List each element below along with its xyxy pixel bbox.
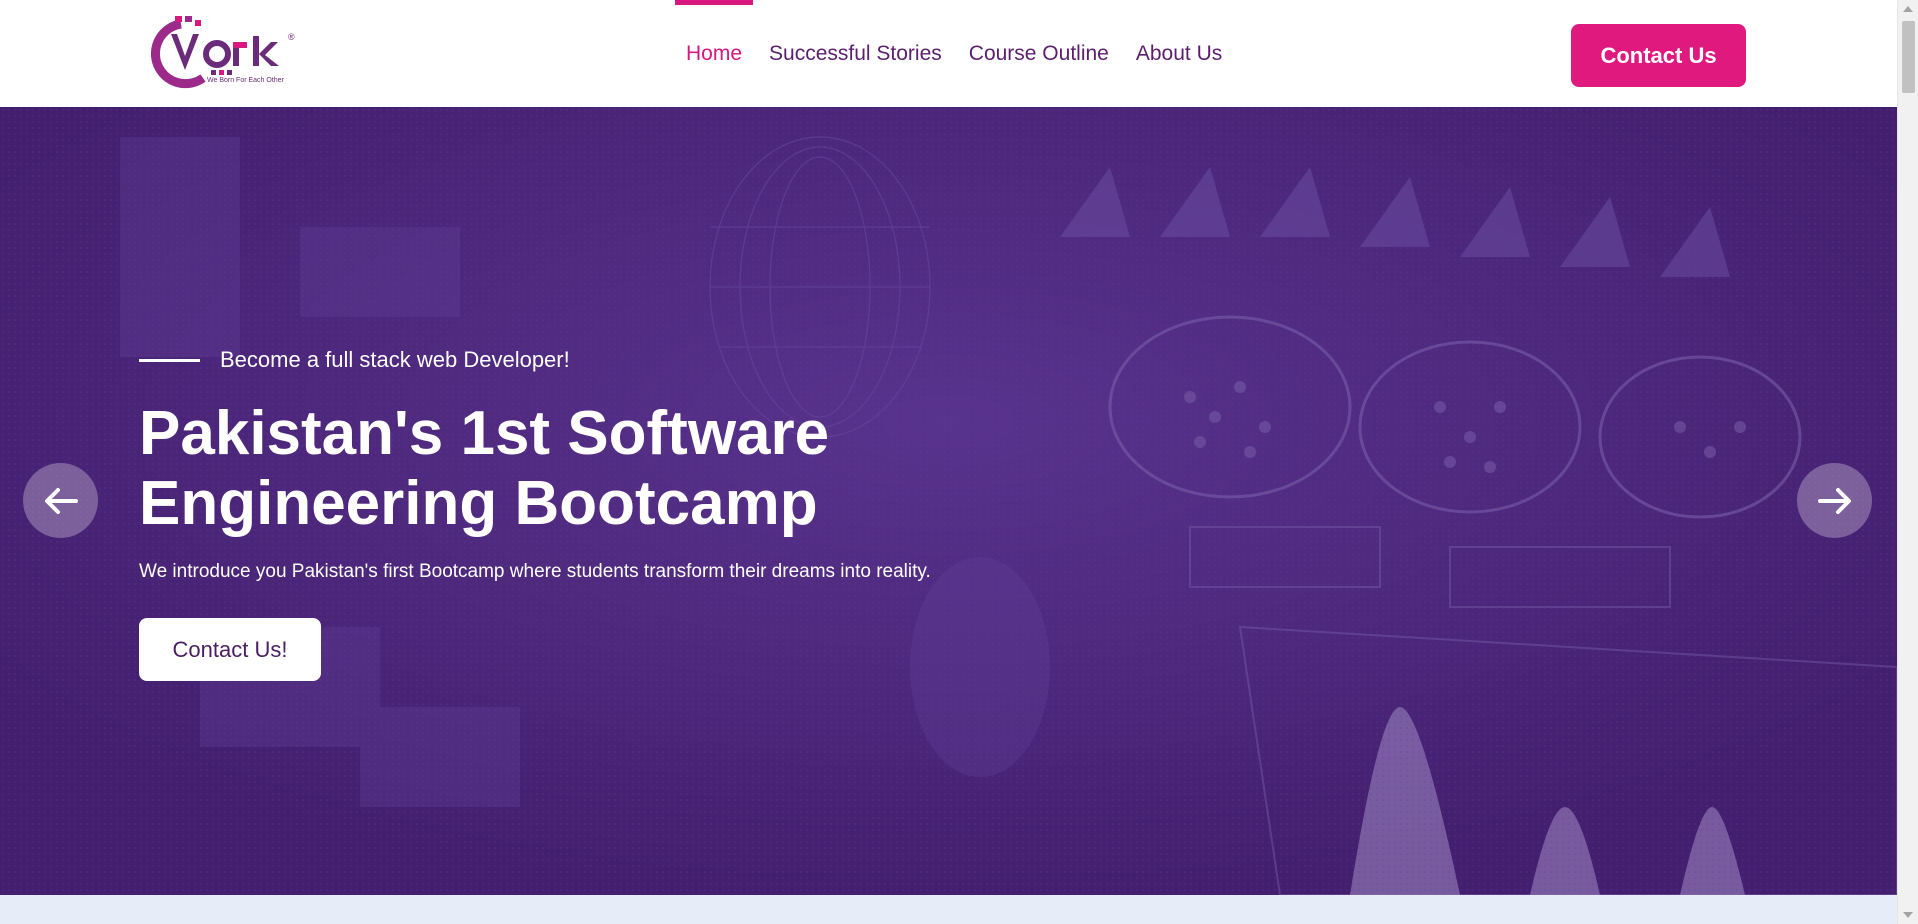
hero-slider: Become a full stack web Developer! Pakis… — [0, 107, 1897, 895]
hero-content: Become a full stack web Developer! Pakis… — [139, 347, 1039, 681]
scroll-down-icon[interactable] — [1903, 912, 1913, 918]
contact-us-button[interactable]: Contact Us — [1571, 24, 1746, 87]
brand-logo[interactable]: ® We Born For Each Other — [141, 14, 301, 94]
nav-item-about-us[interactable]: About Us — [1136, 0, 1222, 107]
site-header: ® We Born For Each Other Home Successful… — [0, 0, 1897, 107]
page: ® We Born For Each Other Home Successful… — [0, 0, 1918, 924]
hero-kicker: Become a full stack web Developer! — [139, 347, 1039, 373]
hero-kicker-text: Become a full stack web Developer! — [220, 347, 570, 372]
nav-item-successful-stories[interactable]: Successful Stories — [769, 0, 942, 107]
scroll-thumb[interactable] — [1902, 21, 1915, 93]
arrow-left-icon — [44, 487, 78, 514]
registered-mark: ® — [288, 32, 295, 42]
scroll-up-icon[interactable] — [1903, 6, 1913, 12]
hero-contact-button[interactable]: Contact Us! — [139, 618, 321, 681]
nav-item-home[interactable]: Home — [674, 0, 754, 107]
arrow-right-icon — [1817, 487, 1851, 514]
main-nav: Home Successful Stories Course Outline A… — [674, 0, 1249, 107]
nav-item-course-outline[interactable]: Course Outline — [969, 0, 1109, 107]
slider-prev-button[interactable] — [23, 463, 98, 538]
hero-title: Pakistan's 1st Software Engineering Boot… — [139, 399, 830, 538]
brand-tagline: We Born For Each Other — [207, 77, 284, 84]
kicker-line — [139, 358, 200, 362]
next-section-strip — [0, 895, 1897, 924]
page-scrollbar[interactable] — [1897, 0, 1918, 924]
hero-description: We introduce you Pakistan's first Bootca… — [139, 561, 931, 582]
slider-next-button[interactable] — [1797, 463, 1872, 538]
